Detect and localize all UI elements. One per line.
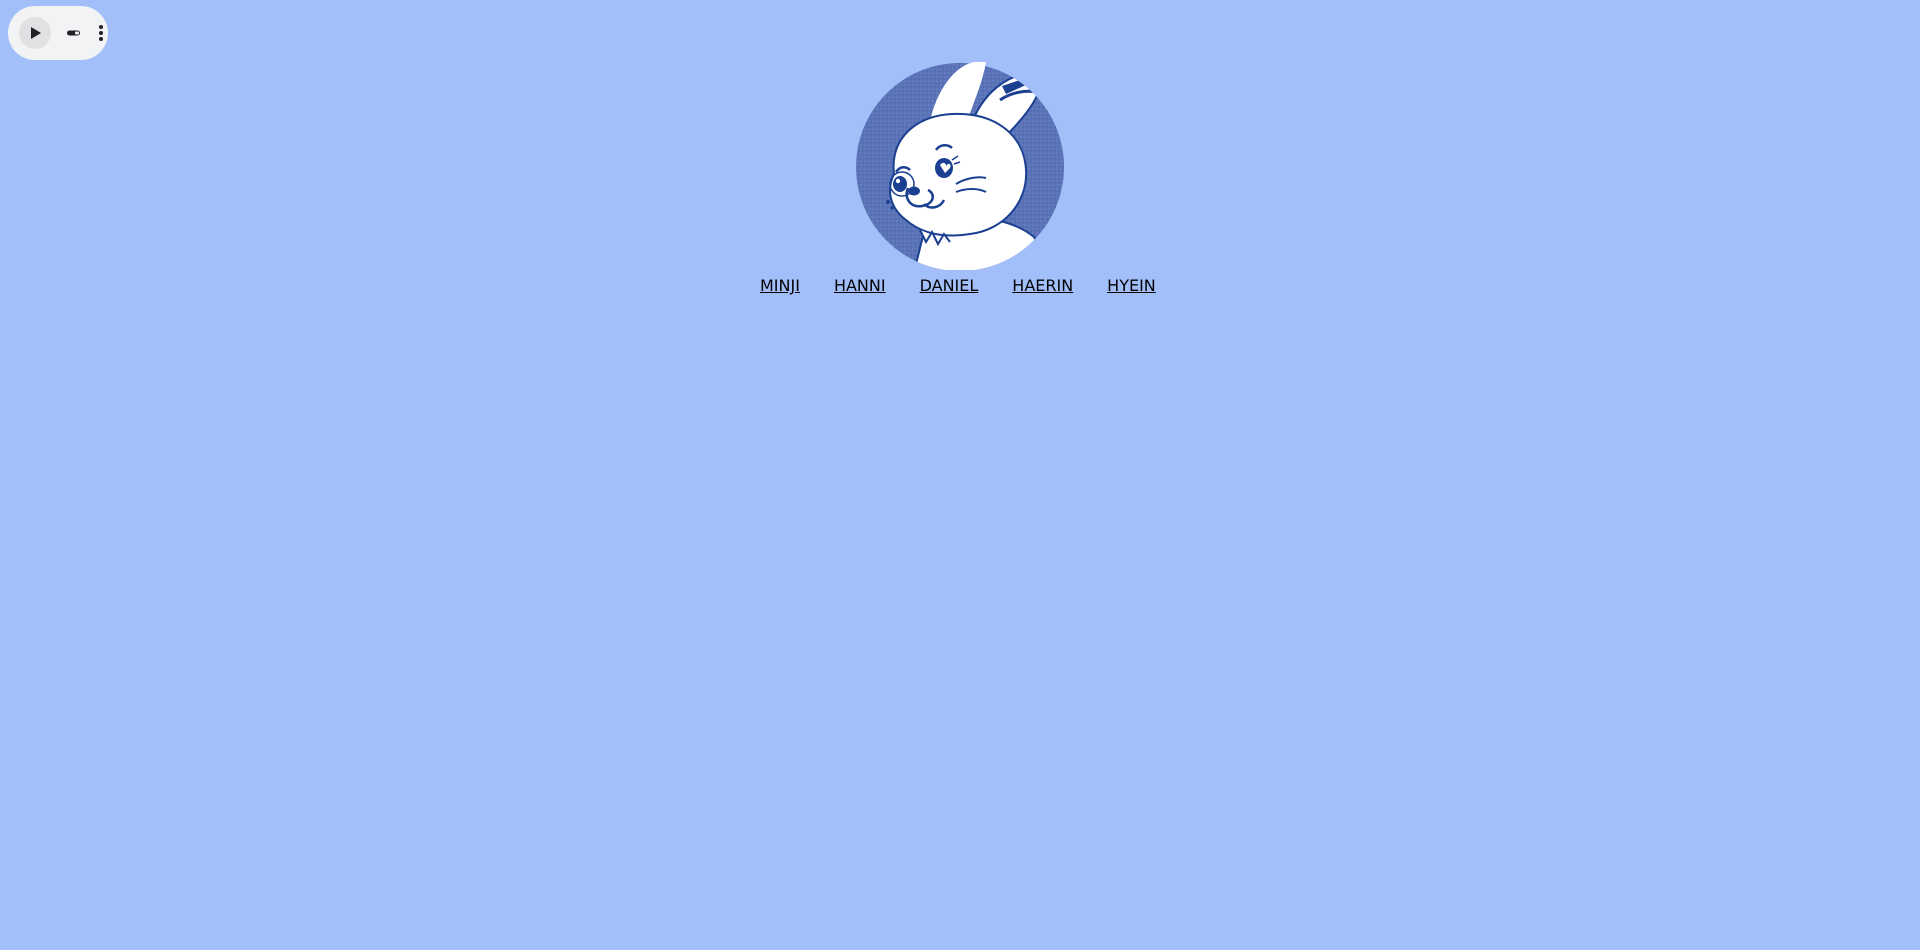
nav-link-hanni[interactable]: HANNI xyxy=(834,276,886,296)
play-icon xyxy=(31,27,41,39)
volume-button[interactable] xyxy=(66,27,82,39)
bunny-mascot-icon xyxy=(856,62,1064,270)
nav-link-minji[interactable]: MINJI xyxy=(760,276,800,296)
volume-icon xyxy=(67,30,80,36)
more-options-button[interactable] xyxy=(96,23,106,43)
page-background: MINJI HANNI DANIEL HAERIN HYEIN xyxy=(0,0,1920,950)
nav-link-hyein[interactable]: HYEIN xyxy=(1107,276,1156,296)
more-vertical-icon xyxy=(99,25,103,41)
play-button[interactable] xyxy=(19,17,51,49)
member-nav: MINJI HANNI DANIEL HAERIN HYEIN xyxy=(760,274,1156,298)
audio-player xyxy=(8,6,108,60)
nav-link-haerin[interactable]: HAERIN xyxy=(1012,276,1073,296)
nav-link-daniel[interactable]: DANIEL xyxy=(920,276,979,296)
